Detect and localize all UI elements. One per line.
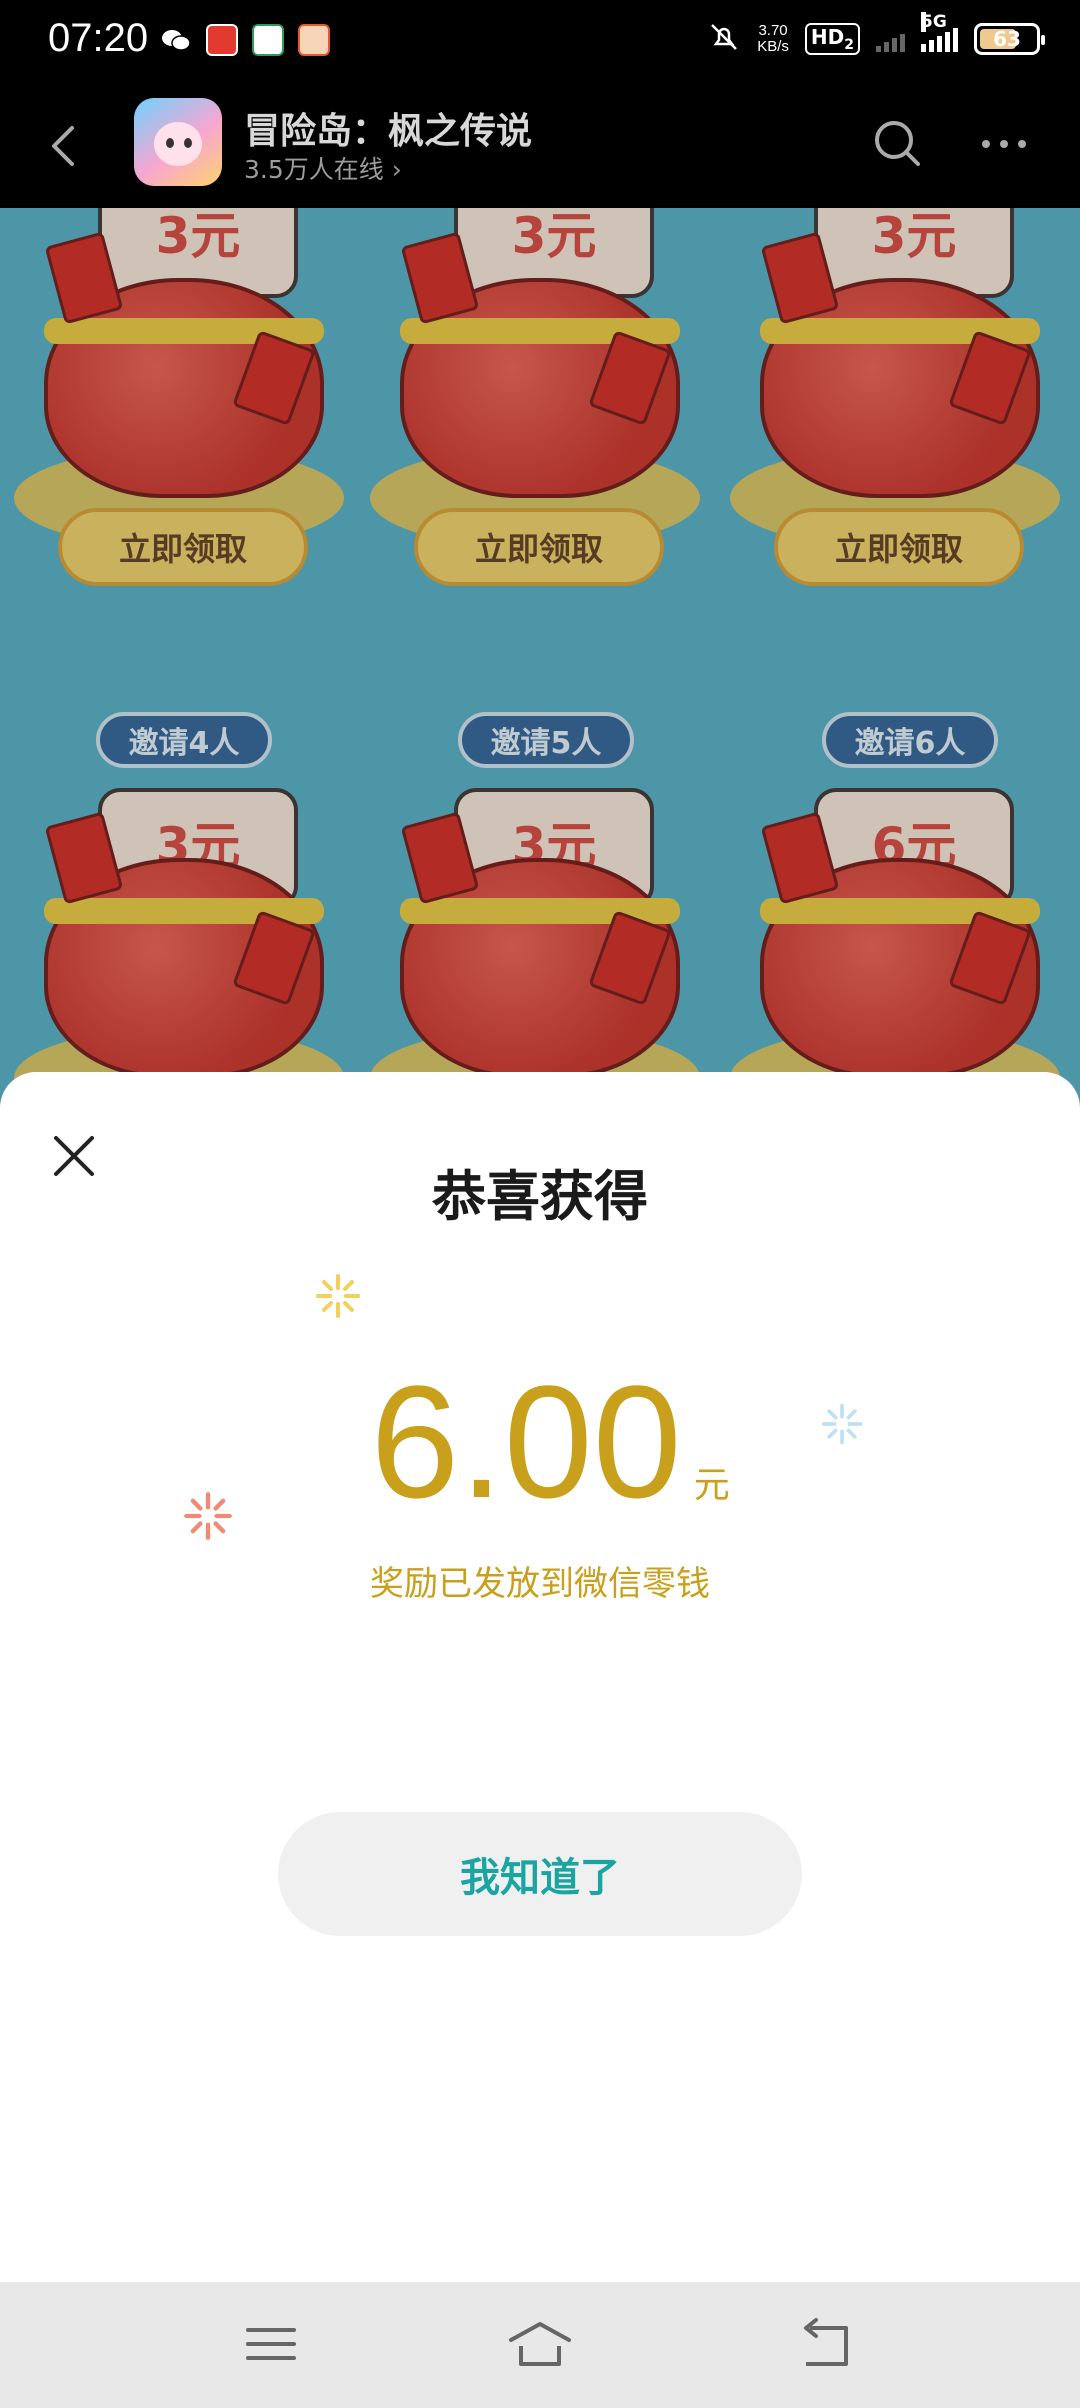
sparkle-icon: [316, 1274, 360, 1318]
return-icon: [804, 2318, 848, 2366]
modal-backdrop[interactable]: [0, 208, 1080, 1108]
more-dots-icon: [982, 140, 1026, 148]
system-nav-bar: [0, 2282, 1080, 2408]
more-button[interactable]: [974, 114, 1034, 174]
reward-amount-row: 6.00 元: [0, 1362, 1080, 1522]
home-icon: [509, 2322, 571, 2366]
game-app-icon: [298, 24, 330, 56]
hd-badge: HD2: [804, 23, 860, 55]
reward-unit: 元: [693, 1465, 730, 1506]
home-button[interactable]: [505, 2312, 575, 2376]
got-it-button[interactable]: 我知道了: [278, 1812, 802, 1936]
battery-icon: 63: [974, 23, 1045, 55]
menu-button[interactable]: [236, 2312, 306, 2376]
app-title[interactable]: 冒险岛：枫之传说: [244, 102, 532, 154]
menu-icon: [246, 2328, 296, 2360]
modal-title: 恭喜获得: [432, 1165, 648, 1228]
status-time: 07:20: [48, 16, 149, 60]
back-nav-button[interactable]: [790, 2312, 860, 2376]
reward-modal: 恭喜获得 6.00 元 奖励已发放到微信零钱 我知道了: [0, 1072, 1080, 2282]
search-icon: [875, 121, 920, 166]
online-count[interactable]: 3.5万人在线 ›: [244, 150, 402, 186]
chevron-left-icon: [52, 126, 74, 166]
shop-app-icon: [206, 24, 238, 56]
mini-program-header: 冒险岛：枫之传说 3.5万人在线 ›: [0, 84, 1080, 208]
signal-5g-icon: 5G: [921, 12, 958, 52]
net-speed: 3.70 KB/s: [757, 22, 789, 55]
search-button[interactable]: [868, 114, 928, 174]
mute-icon: [707, 20, 741, 58]
bank-app-icon: [252, 24, 284, 56]
status-indicators: 3.70 KB/s HD2 5G 63: [707, 12, 1045, 58]
wechat-icon: [160, 24, 192, 56]
back-button[interactable]: [36, 116, 96, 176]
notification-icons: [160, 24, 330, 56]
reward-note: 奖励已发放到微信零钱: [370, 1564, 710, 1604]
signal-sim1-icon: [876, 26, 905, 52]
reward-amount: 6.00: [370, 1352, 682, 1531]
status-bar: 07:20 3.70 KB/s HD2 5G 63: [0, 0, 1080, 84]
app-logo[interactable]: [134, 98, 222, 186]
